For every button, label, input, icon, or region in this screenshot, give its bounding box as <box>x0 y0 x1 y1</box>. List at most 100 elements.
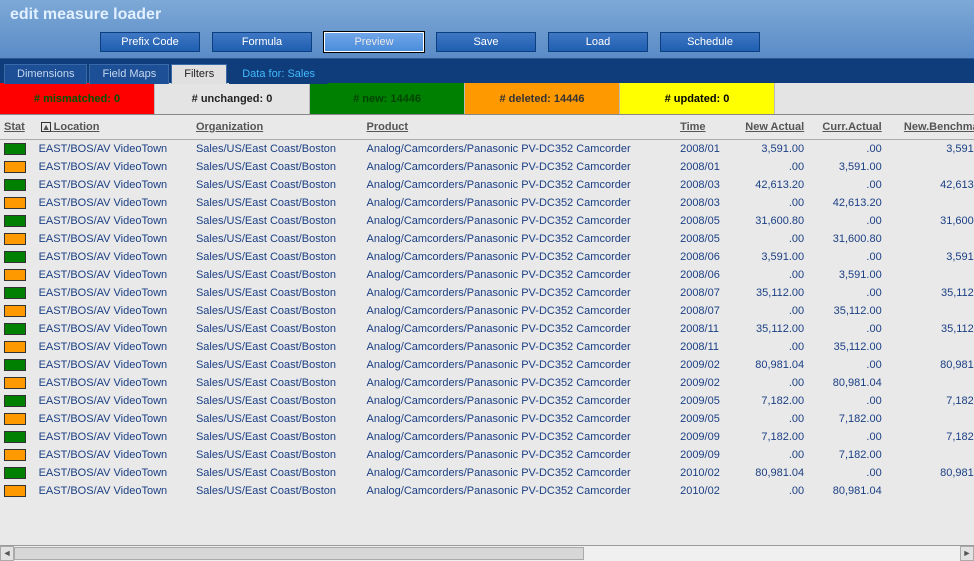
col-location[interactable]: ▲ Location <box>35 115 192 140</box>
sort-asc-icon[interactable]: ▲ <box>41 122 51 132</box>
cell-location: EAST/BOS/AV VideoTown <box>35 464 192 482</box>
cell-location: EAST/BOS/AV VideoTown <box>35 446 192 464</box>
cell-new-actual: 35,112.00 <box>731 284 808 302</box>
cell-organization: Sales/US/East Coast/Boston <box>192 176 363 194</box>
table-row[interactable]: EAST/BOS/AV VideoTownSales/US/East Coast… <box>0 212 974 230</box>
tab-field-maps[interactable]: Field Maps <box>89 64 169 84</box>
cell-stat <box>0 248 35 266</box>
col-product[interactable]: Product <box>363 115 677 140</box>
status-orange-icon <box>4 197 26 209</box>
cell-time: 2009/05 <box>676 392 731 410</box>
tab-filters[interactable]: Filters <box>171 64 227 84</box>
data-grid-wrap[interactable]: Stat ▲ Location Organization Product Tim… <box>0 115 974 545</box>
cell-new-actual: 35,112.00 <box>731 320 808 338</box>
cell-location: EAST/BOS/AV VideoTown <box>35 338 192 356</box>
cell-curr-actual: .00 <box>808 212 886 230</box>
cell-stat <box>0 302 35 320</box>
cell-new-benchmark: 80,981.04 <box>886 464 974 482</box>
cell-stat <box>0 212 35 230</box>
table-row[interactable]: EAST/BOS/AV VideoTownSales/US/East Coast… <box>0 176 974 194</box>
cell-curr-actual: .00 <box>808 464 886 482</box>
table-row[interactable]: EAST/BOS/AV VideoTownSales/US/East Coast… <box>0 356 974 374</box>
cell-time: 2008/11 <box>676 320 731 338</box>
table-row[interactable]: EAST/BOS/AV VideoTownSales/US/East Coast… <box>0 374 974 392</box>
cell-location: EAST/BOS/AV VideoTown <box>35 374 192 392</box>
table-row[interactable]: EAST/BOS/AV VideoTownSales/US/East Coast… <box>0 464 974 482</box>
table-row[interactable]: EAST/BOS/AV VideoTownSales/US/East Coast… <box>0 338 974 356</box>
cell-curr-actual: 42,613.20 <box>808 194 886 212</box>
col-curr-actual[interactable]: Curr.Actual <box>808 115 886 140</box>
cell-organization: Sales/US/East Coast/Boston <box>192 320 363 338</box>
cell-location: EAST/BOS/AV VideoTown <box>35 284 192 302</box>
cell-stat <box>0 158 35 176</box>
table-row[interactable]: EAST/BOS/AV VideoTownSales/US/East Coast… <box>0 302 974 320</box>
tab-dimensions[interactable]: Dimensions <box>4 64 87 84</box>
cell-product: Analog/Camcorders/Panasonic PV-DC352 Cam… <box>363 176 677 194</box>
scroll-left-button[interactable]: ◄ <box>0 546 14 561</box>
cell-location: EAST/BOS/AV VideoTown <box>35 410 192 428</box>
table-row[interactable]: EAST/BOS/AV VideoTownSales/US/East Coast… <box>0 194 974 212</box>
cell-new-benchmark: 3,591.00 <box>886 140 974 158</box>
table-row[interactable]: EAST/BOS/AV VideoTownSales/US/East Coast… <box>0 428 974 446</box>
cell-curr-actual: .00 <box>808 140 886 158</box>
table-row[interactable]: EAST/BOS/AV VideoTownSales/US/East Coast… <box>0 284 974 302</box>
prefix-code-button[interactable]: Prefix Code <box>100 32 200 52</box>
schedule-button[interactable]: Schedule <box>660 32 760 52</box>
table-row[interactable]: EAST/BOS/AV VideoTownSales/US/East Coast… <box>0 158 974 176</box>
col-new-benchmark[interactable]: New.Benchmark <box>886 115 974 140</box>
cell-location: EAST/BOS/AV VideoTown <box>35 176 192 194</box>
cell-stat <box>0 410 35 428</box>
cell-time: 2010/02 <box>676 464 731 482</box>
cell-organization: Sales/US/East Coast/Boston <box>192 374 363 392</box>
table-row[interactable]: EAST/BOS/AV VideoTownSales/US/East Coast… <box>0 446 974 464</box>
cell-new-actual: .00 <box>731 338 808 356</box>
cell-product: Analog/Camcorders/Panasonic PV-DC352 Cam… <box>363 212 677 230</box>
cell-time: 2008/07 <box>676 284 731 302</box>
col-stat[interactable]: Stat <box>0 115 35 140</box>
table-row[interactable]: EAST/BOS/AV VideoTownSales/US/East Coast… <box>0 140 974 158</box>
cell-new-benchmark: 3,591.00 <box>886 248 974 266</box>
cell-organization: Sales/US/East Coast/Boston <box>192 428 363 446</box>
status-orange-icon <box>4 485 26 497</box>
status-updated: # updated: 0 <box>620 83 775 114</box>
cell-new-benchmark: 7,182.00 <box>886 392 974 410</box>
col-new-actual[interactable]: New Actual <box>731 115 808 140</box>
cell-new-benchmark: .00 <box>886 374 974 392</box>
cell-curr-actual: 35,112.00 <box>808 302 886 320</box>
col-organization[interactable]: Organization <box>192 115 363 140</box>
table-row[interactable]: EAST/BOS/AV VideoTownSales/US/East Coast… <box>0 230 974 248</box>
tab-data-for[interactable]: Data for: Sales <box>229 64 328 84</box>
cell-stat <box>0 392 35 410</box>
cell-new-benchmark: .00 <box>886 230 974 248</box>
cell-curr-actual: .00 <box>808 428 886 446</box>
table-row[interactable]: EAST/BOS/AV VideoTownSales/US/East Coast… <box>0 482 974 500</box>
status-new: # new: 14446 <box>310 83 465 114</box>
table-row[interactable]: EAST/BOS/AV VideoTownSales/US/East Coast… <box>0 266 974 284</box>
cell-stat <box>0 374 35 392</box>
cell-curr-actual: 7,182.00 <box>808 410 886 428</box>
table-row[interactable]: EAST/BOS/AV VideoTownSales/US/East Coast… <box>0 320 974 338</box>
cell-new-actual: .00 <box>731 266 808 284</box>
save-button[interactable]: Save <box>436 32 536 52</box>
cell-new-actual: 7,182.00 <box>731 392 808 410</box>
col-time[interactable]: Time <box>676 115 731 140</box>
formula-button[interactable]: Formula <box>212 32 312 52</box>
table-row[interactable]: EAST/BOS/AV VideoTownSales/US/East Coast… <box>0 392 974 410</box>
cell-new-actual: .00 <box>731 482 808 500</box>
table-row[interactable]: EAST/BOS/AV VideoTownSales/US/East Coast… <box>0 248 974 266</box>
load-button[interactable]: Load <box>548 32 648 52</box>
cell-stat <box>0 482 35 500</box>
cell-curr-actual: 3,591.00 <box>808 266 886 284</box>
cell-curr-actual: 80,981.04 <box>808 374 886 392</box>
cell-organization: Sales/US/East Coast/Boston <box>192 158 363 176</box>
cell-time: 2008/05 <box>676 212 731 230</box>
scroll-thumb[interactable] <box>14 547 584 560</box>
horizontal-scrollbar[interactable]: ◄ ► <box>0 545 974 561</box>
preview-button[interactable]: Preview <box>324 32 424 52</box>
cell-new-actual: 7,182.00 <box>731 428 808 446</box>
cell-new-benchmark: 35,112.00 <box>886 320 974 338</box>
cell-time: 2008/03 <box>676 176 731 194</box>
scroll-right-button[interactable]: ► <box>960 546 974 561</box>
cell-product: Analog/Camcorders/Panasonic PV-DC352 Cam… <box>363 338 677 356</box>
table-row[interactable]: EAST/BOS/AV VideoTownSales/US/East Coast… <box>0 410 974 428</box>
